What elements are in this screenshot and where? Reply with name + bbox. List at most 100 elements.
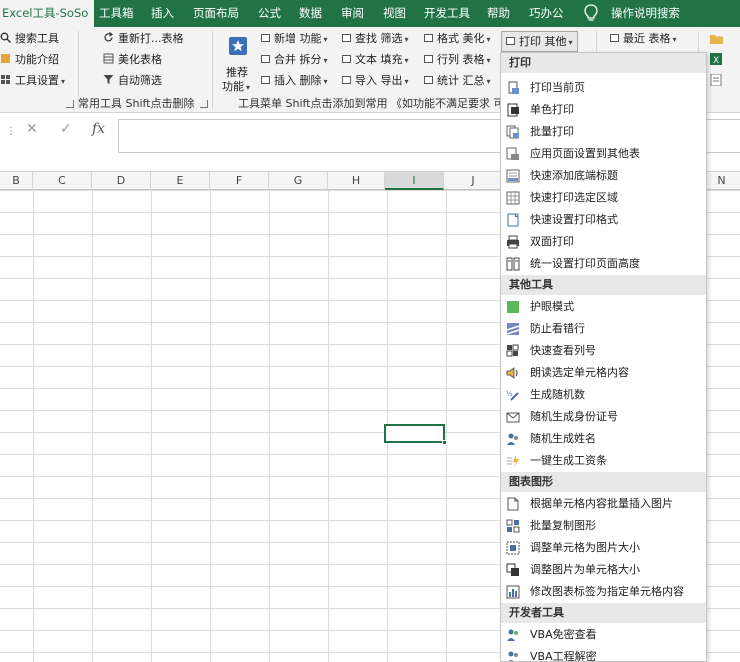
column-header[interactable]: J <box>444 172 503 190</box>
menu-item-row-highlight[interactable]: 防止看错行 <box>501 318 706 340</box>
checkbox-icon <box>424 55 433 63</box>
menu-item-vba-decrypt[interactable]: VBA工程解密 <box>501 646 706 661</box>
menu-item-batch-copy-shapes[interactable]: 批量复制图形 <box>501 515 706 537</box>
dropdown-arrow-icon: ▾ <box>568 38 573 47</box>
menu-item-batch-print[interactable]: 批量打印 <box>501 121 706 143</box>
column-header[interactable]: N <box>703 172 740 190</box>
column-header[interactable]: B <box>0 172 33 190</box>
insert-image-icon <box>507 497 519 511</box>
print-other-menu: 打印 打印当前页 单色打印 批量打印 应用页面设置到其他表 快速添加底端标题 快… <box>500 52 707 662</box>
tools-menu-group-label: 工具菜单 Shift点击添加到常用 《如功能不满足要求 可 <box>238 97 505 110</box>
menu-item-add-footer-title[interactable]: 快速添加底端标题 <box>501 165 706 187</box>
document-icon[interactable] <box>710 74 722 86</box>
stats-summary-dropdown[interactable]: 统计 汇总 ▾ <box>424 72 491 90</box>
tab-excel-tools[interactable]: Excel工具-SoSo <box>0 0 95 27</box>
tool-settings-button[interactable]: 工具设置 ▾ <box>0 72 65 90</box>
search-tools-button[interactable]: 搜索工具 <box>0 30 59 48</box>
menu-item-print-selected-area[interactable]: 快速打印选定区域 <box>501 187 706 209</box>
menu-section-charts-shapes: 图表图形 <box>501 472 706 492</box>
tab-page-layout[interactable]: 页面布局 <box>193 0 239 27</box>
tab-developer[interactable]: 开发工具 <box>424 0 470 27</box>
active-cell[interactable] <box>384 424 447 445</box>
print-format-icon <box>507 213 519 227</box>
column-header[interactable]: D <box>92 172 151 190</box>
table-icon <box>103 53 114 64</box>
print-page-icon <box>508 81 519 94</box>
insert-delete-dropdown[interactable]: 插入 删除 ▾ <box>261 72 328 90</box>
menu-item-random-id-number[interactable]: 随机生成身份证号 <box>501 406 706 428</box>
menu-item-view-column-number[interactable]: 快速查看列号 <box>501 340 706 362</box>
tab-review[interactable]: 审阅 <box>341 0 364 27</box>
tab-toolbox[interactable]: 工具箱 <box>99 0 134 27</box>
format-beautify-dropdown[interactable]: 格式 美化 ▾ <box>424 30 491 48</box>
tab-data[interactable]: 数据 <box>299 0 322 27</box>
menu-item-generate-payslip[interactable]: 一键生成工资条 <box>501 450 706 472</box>
new-features-dropdown[interactable]: 新增 功能 ▾ <box>261 30 328 48</box>
dropdown-arrow-icon: ▾ <box>246 83 251 92</box>
tab-qiaobangong[interactable]: 巧办公 <box>529 0 564 27</box>
menu-item-duplex-print[interactable]: 双面打印 <box>501 231 706 253</box>
dialog-launcher-icon[interactable] <box>200 100 208 108</box>
column-header[interactable]: C <box>33 172 92 190</box>
tell-me-search[interactable]: 操作说明搜索 <box>611 0 680 27</box>
menu-item-unify-page-height[interactable]: 统一设置打印页面高度 <box>501 253 706 275</box>
column-number-icon <box>506 344 519 357</box>
page-setup-icon <box>506 147 519 160</box>
menu-item-apply-page-setup[interactable]: 应用页面设置到其他表 <box>501 143 706 165</box>
menu-item-cell-to-image-size[interactable]: 调整单元格为图片大小 <box>501 537 706 559</box>
menu-item-random-name[interactable]: 随机生成姓名 <box>501 428 706 450</box>
dialog-launcher-icon[interactable] <box>66 100 74 108</box>
page-height-icon <box>506 257 520 271</box>
cancel-icon[interactable]: ✕ <box>26 121 38 137</box>
menu-item-print-format[interactable]: 快速设置打印格式 <box>501 209 706 231</box>
users-icon <box>507 433 518 445</box>
group-separator <box>212 31 213 109</box>
column-header-selected[interactable]: I <box>385 172 444 190</box>
vba-users-icon <box>507 629 518 641</box>
column-header[interactable]: H <box>328 172 385 190</box>
svg-text:X: X <box>713 56 719 65</box>
text-fill-dropdown[interactable]: 文本 填充 ▾ <box>342 51 409 69</box>
menu-item-read-aloud[interactable]: 朗读选定单元格内容 <box>501 362 706 384</box>
menu-item-eye-care-mode[interactable]: 护眼模式 <box>501 296 706 318</box>
search-icon <box>0 32 11 43</box>
resize-image-icon <box>506 563 519 576</box>
fill-handle[interactable] <box>442 440 447 445</box>
column-header[interactable]: G <box>269 172 328 190</box>
menu-item-print-current-page[interactable]: 打印当前页 <box>501 77 706 99</box>
auto-filter-button[interactable]: 自动筛选 <box>103 72 162 90</box>
recent-tables-dropdown[interactable]: 最近 表格 ▾ <box>610 30 677 48</box>
menu-item-monochrome-print[interactable]: 单色打印 <box>501 99 706 121</box>
tab-insert[interactable]: 插入 <box>151 0 174 27</box>
row-col-table-dropdown[interactable]: 行列 表格 ▾ <box>424 51 491 69</box>
merge-split-dropdown[interactable]: 合并 拆分 ▾ <box>261 51 328 69</box>
checkbox-icon <box>610 34 619 42</box>
tab-help[interactable]: 帮助 <box>487 0 510 27</box>
printer-icon <box>507 235 519 249</box>
feature-intro-button[interactable]: 功能介绍 <box>0 51 59 69</box>
menu-section-developer-tools: 开发者工具 <box>501 603 706 623</box>
column-header[interactable]: E <box>151 172 210 190</box>
folder-icon[interactable] <box>710 34 723 44</box>
import-export-dropdown[interactable]: 导入 导出 ▾ <box>342 72 409 90</box>
menu-item-chart-labels[interactable]: 修改图表标签为指定单元格内容 <box>501 581 706 603</box>
enter-icon[interactable]: ✓ <box>60 121 72 137</box>
checkbox-icon <box>506 37 515 45</box>
reopen-workbook-button[interactable]: 重新打...表格 <box>103 30 184 48</box>
insert-function-icon[interactable]: fx <box>92 121 105 137</box>
menu-item-vba-view[interactable]: VBA免密查看 <box>501 624 706 646</box>
beautify-table-button[interactable]: 美化表格 <box>103 51 162 69</box>
star-badge-icon <box>229 37 247 55</box>
tab-view[interactable]: 视图 <box>383 0 406 27</box>
envelope-icon <box>506 412 520 423</box>
menu-item-random-number[interactable]: ½ 生成随机数 <box>501 384 706 406</box>
tab-formulas[interactable]: 公式 <box>258 0 281 27</box>
recommend-features-button[interactable]: 推荐 功能 ▾ <box>222 35 252 95</box>
print-other-dropdown[interactable]: 打印 其他 ▾ <box>501 31 578 52</box>
menu-item-batch-insert-images[interactable]: 根据单元格内容批量插入图片 <box>501 493 706 515</box>
excel-file-icon[interactable]: X <box>710 53 722 65</box>
menu-item-image-to-cell-size[interactable]: 调整图片为单元格大小 <box>501 559 706 581</box>
random-number-icon: ½ <box>506 390 519 401</box>
column-header[interactable]: F <box>210 172 269 190</box>
find-filter-dropdown[interactable]: 查找 筛选 ▾ <box>342 30 409 48</box>
